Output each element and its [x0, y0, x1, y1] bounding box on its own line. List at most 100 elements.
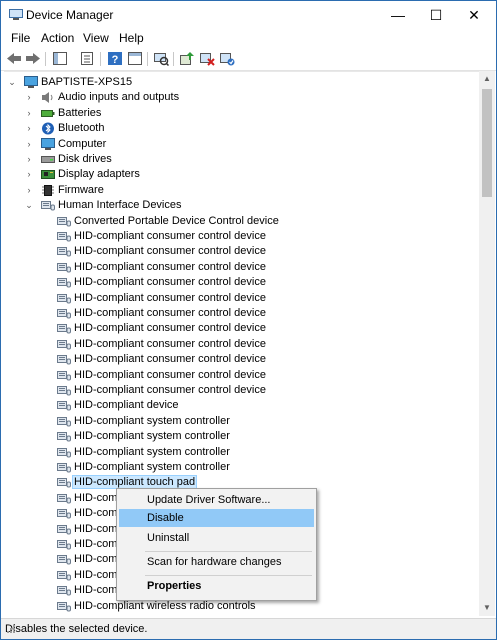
tree-item-label: Human Interface Devices: [58, 199, 182, 212]
hid-icon: [57, 600, 71, 613]
menu-file[interactable]: File: [11, 31, 30, 45]
help-icon[interactable]: ?: [107, 51, 123, 66]
minimize-button[interactable]: —: [379, 1, 417, 29]
computer-icon: [24, 76, 38, 89]
collapse-chevron-icon[interactable]: ⌄: [7, 75, 17, 90]
tree-device-item[interactable]: HID-compliant system controller: [4, 429, 474, 444]
expand-chevron-icon[interactable]: ›: [24, 167, 34, 182]
tree-category[interactable]: › Bluetooth: [4, 121, 474, 136]
disable-menu-item[interactable]: Disable: [119, 509, 314, 527]
tree-device-item[interactable]: HID-compliant consumer control device: [4, 244, 474, 259]
tree-category-expanded[interactable]: ⌄ Human Interface Devices: [4, 198, 474, 213]
tree-category[interactable]: › Display adapters: [4, 167, 474, 182]
tree-device-item[interactable]: HID-compliant consumer control device: [4, 368, 474, 383]
tree-device-item[interactable]: HID-compliant system controller: [4, 460, 474, 475]
scroll-up-icon[interactable]: ▲: [479, 71, 495, 87]
device-manager-window: Device Manager — ☐ ✕ File Action View He…: [0, 0, 497, 640]
hid-icon: [57, 353, 71, 366]
scan-hardware-icon[interactable]: [153, 51, 170, 67]
hid-icon: [57, 507, 71, 520]
menu-bar: File Action View Help: [1, 29, 496, 47]
title-bar[interactable]: Device Manager — ☐ ✕: [1, 1, 496, 29]
disk-icon: [41, 153, 55, 166]
toolbar-separator: [100, 52, 101, 66]
properties-icon[interactable]: [79, 51, 95, 66]
tree-device-item[interactable]: HID-compliant consumer control device: [4, 352, 474, 367]
tree-device-item[interactable]: HID-compliant consumer control device: [4, 337, 474, 352]
expand-chevron-icon[interactable]: ›: [24, 106, 34, 121]
scroll-down-icon[interactable]: ▼: [479, 600, 495, 616]
tree-category[interactable]: › Audio inputs and outputs: [4, 90, 474, 105]
tree-category[interactable]: › Firmware: [4, 183, 474, 198]
expand-chevron-icon[interactable]: ›: [24, 137, 34, 152]
toolbar-separator: [45, 52, 46, 66]
tree-item-label: HID-com: [74, 568, 118, 581]
hid-icon: [57, 461, 71, 474]
tree-device-item[interactable]: HID-compliant consumer control device: [4, 291, 474, 306]
tree-device-item[interactable]: HID-compliant consumer control device: [4, 275, 474, 290]
menu-view[interactable]: View: [83, 31, 109, 45]
tree-item-label: HID-compliant consumer control device: [74, 276, 266, 289]
tree-item-label: HID-com: [74, 584, 118, 597]
properties-menu-item[interactable]: Properties: [119, 577, 314, 595]
maximize-button[interactable]: ☐: [417, 1, 455, 29]
menu-item-label: Uninstall: [147, 532, 190, 544]
tree-root-computer[interactable]: ⌄ BAPTISTE-XPS15: [4, 75, 474, 90]
tree-device-item[interactable]: HID-compliant system controller: [4, 445, 474, 460]
hid-icon: [57, 399, 71, 412]
scan-hardware-menu-item[interactable]: Scan for hardware changes: [119, 553, 314, 571]
expand-chevron-icon[interactable]: ›: [24, 152, 34, 167]
menu-action[interactable]: Action: [41, 31, 74, 45]
hid-icon: [57, 384, 71, 397]
vertical-scrollbar[interactable]: ▲ ▼: [479, 71, 495, 616]
hid-icon: [57, 338, 71, 351]
tree-category[interactable]: › Disk drives: [4, 152, 474, 167]
tree-device-item[interactable]: HID-compliant consumer control device: [4, 321, 474, 336]
uninstall-menu-item[interactable]: Uninstall: [119, 529, 314, 547]
hid-icon: [57, 230, 71, 243]
tree-category[interactable]: › Computer: [4, 137, 474, 152]
hid-icon: [57, 538, 71, 551]
back-icon[interactable]: [6, 51, 22, 66]
tree-item-label: HID-compliant consumer control device: [74, 353, 266, 366]
tree-item-label: HID-com: [74, 491, 118, 504]
resize-grip-icon[interactable]: [5, 623, 15, 633]
menu-help[interactable]: Help: [119, 31, 144, 45]
scrollbar-thumb[interactable]: [482, 89, 492, 197]
tree-device-item[interactable]: HID-compliant consumer control device: [4, 383, 474, 398]
hid-icon: [41, 199, 55, 212]
tree-device-item[interactable]: HID-compliant consumer control device: [4, 306, 474, 321]
tree-device-item[interactable]: HID-compliant consumer control device: [4, 229, 474, 244]
enable-device-icon[interactable]: [219, 51, 235, 66]
close-button[interactable]: ✕: [455, 1, 493, 29]
tree-device-item[interactable]: Converted Portable Device Control device: [4, 214, 474, 229]
battery-icon: [41, 107, 55, 120]
expand-chevron-icon[interactable]: ›: [24, 183, 34, 198]
uninstall-icon[interactable]: [199, 51, 215, 66]
tree-item-label: Bluetooth: [58, 122, 105, 135]
tree-item-label: HID-compliant consumer control device: [74, 291, 266, 304]
console-icon[interactable]: [127, 51, 143, 66]
tree-item-label: HID-compliant device: [74, 399, 179, 412]
tree-item-label: HID-com: [74, 553, 118, 566]
hid-icon: [57, 245, 71, 258]
tree-item-label: HID-com: [74, 522, 118, 535]
update-driver-menu-item[interactable]: Update Driver Software...: [119, 491, 314, 509]
tree-device-item[interactable]: HID-compliant system controller: [4, 414, 474, 429]
forward-icon[interactable]: [25, 51, 41, 66]
window-title: Device Manager: [26, 8, 114, 22]
collapse-chevron-icon[interactable]: ⌄: [24, 198, 34, 213]
show-hide-console-tree-icon[interactable]: [52, 51, 68, 66]
tree-device-item[interactable]: HID-compliant consumer control device: [4, 260, 474, 275]
expand-chevron-icon[interactable]: ›: [24, 90, 34, 105]
tree-item-label: BAPTISTE-XPS15: [41, 76, 133, 88]
update-driver-icon[interactable]: [179, 51, 195, 66]
tree-device-item[interactable]: HID-compliant device: [4, 398, 474, 413]
hid-icon: [57, 523, 71, 536]
tree-item-label: HID-compliant consumer control device: [74, 260, 266, 273]
expand-chevron-icon[interactable]: ›: [24, 121, 34, 136]
display-adapter-icon: [41, 168, 55, 181]
tree-category[interactable]: › Batteries: [4, 106, 474, 121]
tree-item-label: HID-compliant consumer control device: [74, 368, 266, 381]
hid-icon: [57, 307, 71, 320]
